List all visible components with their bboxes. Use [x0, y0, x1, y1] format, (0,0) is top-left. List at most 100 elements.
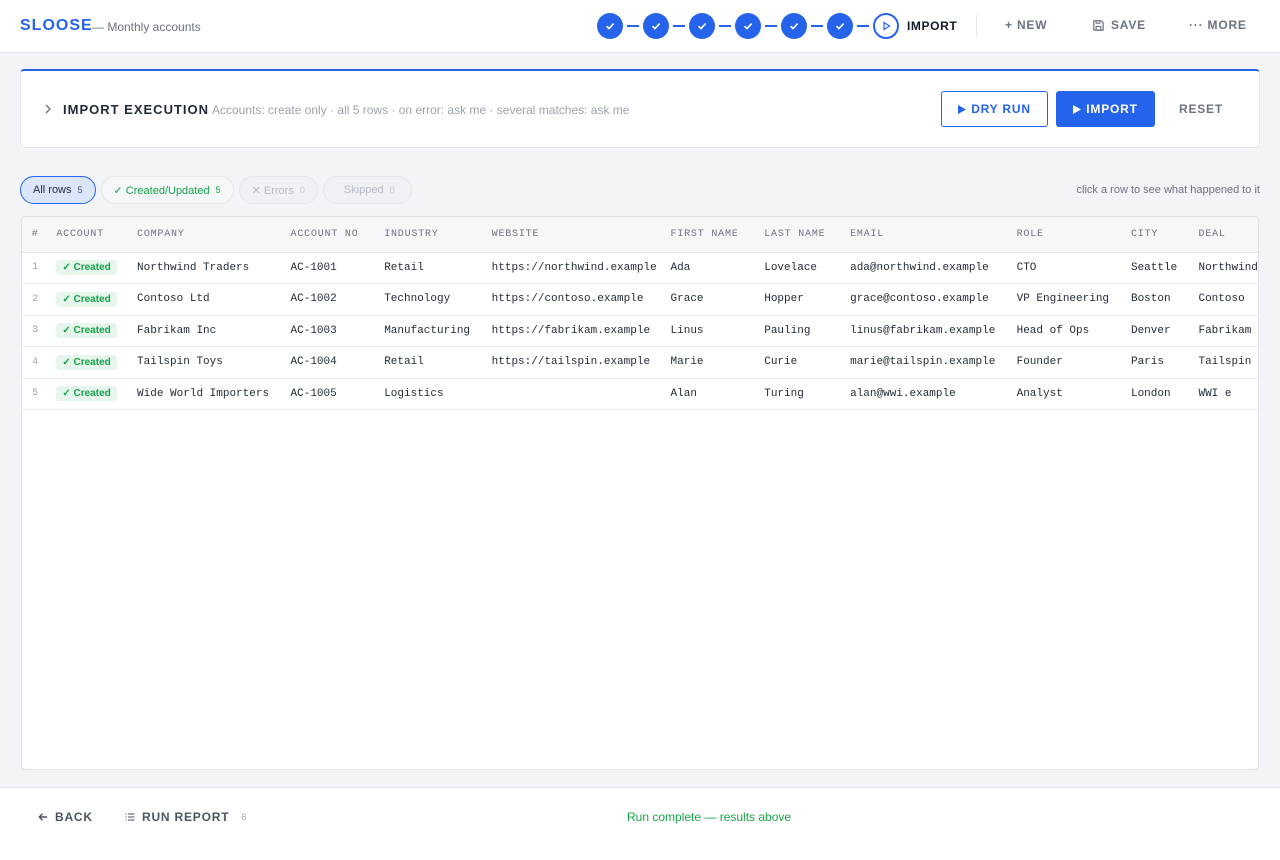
status-badge: ✓ Created — [56, 354, 117, 370]
results-table: # ACCOUNT COMPANY ACCOUNT NO INDUSTRY WE… — [22, 217, 1258, 410]
dry-run-label: DRY RUN — [971, 102, 1031, 116]
filter-errors[interactable]: ✕ Errors 0 — [238, 176, 318, 204]
check-icon — [743, 23, 753, 30]
industry-cell: Retail — [376, 252, 484, 284]
import-button[interactable]: IMPORT — [1056, 91, 1155, 127]
column-header[interactable]: ROLE — [1008, 217, 1123, 253]
table-row[interactable]: 5 ✓ Created Wide World Importers AC-1005… — [22, 378, 1258, 410]
company-cell: Tailspin Toys — [129, 346, 283, 379]
row-hint: click a row to see what happened to it — [1076, 184, 1260, 196]
first-name-cell: Linus — [662, 315, 757, 347]
industry-cell: Retail — [376, 346, 484, 379]
step-2[interactable] — [643, 13, 669, 39]
company-cell: Northwind Traders — [129, 252, 283, 284]
table-row[interactable]: 4 ✓ Created Tailspin Toys AC-1004 Retail… — [22, 346, 1258, 379]
table-row[interactable]: 3 ✓ Created Fabrikam Inc AC-1003 Manufac… — [22, 315, 1258, 347]
table-row[interactable]: 2 ✓ Created Contoso Ltd AC-1002 Technolo… — [22, 283, 1258, 316]
reset-button[interactable]: RESET — [1163, 91, 1239, 127]
filter-label: ✕ Errors — [251, 184, 294, 197]
filter-skipped[interactable]: Skipped 0 — [322, 176, 412, 204]
city-cell: Paris — [1122, 346, 1191, 379]
last-name-cell: Hopper — [756, 283, 843, 316]
filter-all-rows[interactable]: All rows 5 — [20, 176, 96, 204]
step-1[interactable] — [597, 13, 623, 39]
step-5[interactable] — [781, 13, 807, 39]
wizard-stepper: IMPORT — [597, 13, 957, 39]
step-connector — [811, 25, 823, 27]
results-table-container[interactable]: # ACCOUNT COMPANY ACCOUNT NO INDUSTRY WE… — [21, 216, 1259, 770]
panel-summary: Accounts: create only · all 5 rows · on … — [212, 103, 630, 117]
email-cell: linus@fabrikam.example — [842, 315, 1009, 347]
first-name-cell: Grace — [662, 283, 757, 316]
status-cell: ✓ Created — [48, 315, 130, 347]
step-4[interactable] — [735, 13, 761, 39]
filter-label: Skipped — [343, 184, 384, 196]
column-header[interactable]: CITY — [1122, 217, 1191, 253]
play-outline-icon — [883, 21, 891, 31]
more-button[interactable]: ··· MORE — [1189, 18, 1247, 32]
column-header[interactable]: ACCOUNT NO — [282, 217, 377, 253]
dry-run-button[interactable]: DRY RUN — [941, 91, 1048, 127]
status-badge: ✓ Created — [56, 260, 117, 276]
header-divider — [976, 15, 977, 37]
save-icon — [1093, 19, 1104, 31]
last-name-cell: Curie — [756, 346, 843, 379]
check-icon — [835, 23, 845, 30]
status-cell: ✓ Created — [48, 283, 130, 316]
first-name-cell: Marie — [662, 346, 757, 379]
website-cell — [483, 378, 663, 410]
step-connector — [627, 25, 639, 27]
result-filters: All rows 5 ✓ Created/Updated 5 ✕ Errors … — [20, 176, 412, 204]
city-cell: Denver — [1122, 315, 1191, 347]
account-no-cell: AC-1002 — [282, 283, 377, 316]
step-6[interactable] — [827, 13, 853, 39]
column-header[interactable]: COMPANY — [129, 217, 283, 253]
chevron-right-icon[interactable] — [43, 103, 53, 115]
filter-created-updated[interactable]: ✓ Created/Updated 5 — [100, 176, 234, 204]
city-cell: London — [1122, 378, 1191, 410]
step-connector — [673, 25, 685, 27]
website-cell: https://northwind.example — [483, 252, 663, 284]
back-button[interactable]: BACK — [37, 810, 93, 824]
deal-cell: Fabrikam — [1190, 315, 1258, 347]
column-header[interactable]: EMAIL — [842, 217, 1009, 253]
column-header[interactable]: FIRST NAME — [662, 217, 757, 253]
run-report-button[interactable]: RUN REPORT 6 — [124, 810, 247, 824]
check-icon — [651, 23, 661, 30]
website-cell: https://contoso.example — [483, 283, 663, 316]
brand-logo[interactable]: SLOOSE — [20, 17, 93, 35]
current-step-label: IMPORT — [907, 19, 958, 33]
status-cell: ✓ Created — [48, 346, 130, 379]
role-cell: Founder — [1008, 346, 1123, 379]
deal-cell: Contoso — [1190, 283, 1258, 316]
status-cell: ✓ Created — [48, 252, 130, 284]
industry-cell: Logistics — [376, 378, 484, 410]
city-cell: Boston — [1122, 283, 1191, 316]
industry-cell: Technology — [376, 283, 484, 316]
step-connector — [765, 25, 777, 27]
new-button[interactable]: + NEW — [1005, 18, 1047, 32]
column-header[interactable]: WEBSITE — [483, 217, 663, 253]
row-number: 2 — [22, 283, 49, 316]
row-number: 4 — [22, 346, 49, 379]
play-icon — [958, 104, 967, 114]
last-name-cell: Turing — [756, 378, 843, 410]
row-number: 1 — [22, 252, 49, 284]
deal-cell: WWI e — [1190, 378, 1258, 410]
import-execution-panel: IMPORT EXECUTION Accounts: create only ·… — [20, 69, 1260, 148]
company-cell: Fabrikam Inc — [129, 315, 283, 347]
step-3[interactable] — [689, 13, 715, 39]
column-header[interactable]: LAST NAME — [756, 217, 843, 253]
save-button[interactable]: SAVE — [1092, 18, 1146, 32]
table-row[interactable]: 1 ✓ Created Northwind Traders AC-1001 Re… — [22, 252, 1258, 284]
role-cell: Analyst — [1008, 378, 1123, 410]
status-badge: ✓ Created — [56, 386, 117, 402]
column-header[interactable]: ACCOUNT — [48, 217, 130, 253]
step-7-current[interactable] — [873, 13, 899, 39]
column-header[interactable]: DEAL — [1190, 217, 1258, 253]
filter-count: 0 — [389, 185, 395, 195]
column-header[interactable]: INDUSTRY — [376, 217, 484, 253]
filter-label: ✓ Created/Updated — [113, 184, 210, 197]
import-label: IMPORT — [1086, 102, 1138, 116]
step-connector — [719, 25, 731, 27]
